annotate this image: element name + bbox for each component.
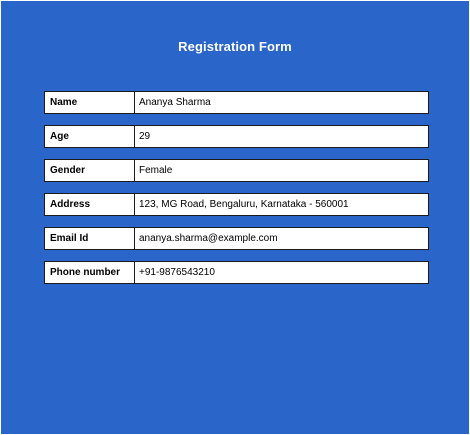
- field-value-age: 29: [139, 131, 151, 142]
- field-row-email: Email Id ananya.sharma@example.com: [44, 227, 429, 250]
- field-value-email: ananya.sharma@example.com: [139, 233, 278, 244]
- field-label-address: Address: [45, 194, 135, 215]
- form-title: Registration Form: [178, 39, 292, 54]
- field-label-phone: Phone number: [45, 262, 135, 283]
- registration-panel: Registration Form Name Ananya Sharma Age…: [1, 1, 469, 434]
- field-label-email: Email Id: [45, 228, 135, 249]
- field-value-address: 123, MG Road, Bengaluru, Karnataka - 560…: [139, 199, 349, 210]
- field-label-name: Name: [45, 92, 135, 113]
- field-row-age: Age 29: [44, 125, 429, 148]
- field-row-gender: Gender Female: [44, 159, 429, 182]
- field-value-phone: +91-9876543210: [139, 267, 215, 278]
- field-value-name: Ananya Sharma: [139, 97, 211, 108]
- field-value-gender: Female: [139, 165, 173, 176]
- field-row-name: Name Ananya Sharma: [44, 91, 429, 114]
- field-row-address: Address 123, MG Road, Bengaluru, Karnata…: [44, 193, 429, 216]
- field-label-gender: Gender: [45, 160, 135, 181]
- field-row-phone: Phone number +91-9876543210: [44, 261, 429, 284]
- field-label-age: Age: [45, 126, 135, 147]
